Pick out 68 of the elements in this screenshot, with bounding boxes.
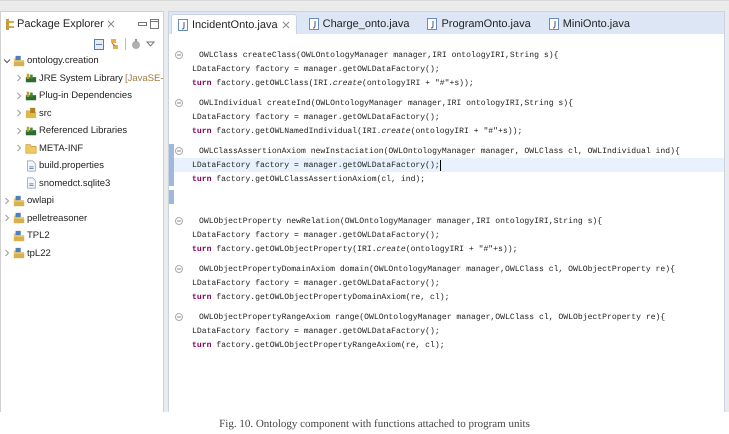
code-line: LDataFactory factory = manager.getOWLDataFactory();	[191, 160, 440, 170]
code-line: OWLClass createClass(OWLOntologyManager manager,IRI ontologyIRI,String s){	[198, 50, 558, 60]
editor-tab[interactable]: MiniOnto.java	[542, 14, 636, 34]
close-icon[interactable]	[282, 20, 290, 28]
code-line: LDataFactory factory = manager.getOWLDataFactory();	[191, 326, 440, 336]
code-line: LDataFactory factory = manager.getOWLDataFactory();	[191, 64, 440, 74]
tree-item-label[interactable]: owlapi	[27, 195, 54, 206]
tree-item-label[interactable]: build.properties	[39, 160, 104, 172]
code-line: LDataFactory factory = manager.getOWLDataFactory();	[191, 112, 440, 122]
code-line: turn factory.getOWLClass(IRI.create(ontologyIRI + "#"+s));	[191, 78, 474, 88]
tree-item-label[interactable]: pelletreasoner	[27, 212, 88, 224]
java-file-icon	[178, 18, 188, 30]
library-icon	[25, 90, 37, 102]
tree-item-label[interactable]: META-INF	[39, 142, 84, 154]
tree-item-label[interactable]: tpL22	[27, 248, 51, 259]
tree-item-label[interactable]: TPL2	[27, 230, 50, 242]
project-folder-icon	[13, 54, 25, 67]
tree-item-detail: [JavaSE-	[124, 72, 164, 84]
library-icon	[25, 72, 37, 84]
file-icon	[25, 160, 37, 172]
tree-item-label[interactable]: JRE System Library	[39, 72, 123, 84]
panel-title: Package Explorer	[17, 18, 104, 30]
java-file-icon	[427, 18, 438, 30]
fold-icon[interactable]	[175, 217, 183, 225]
fold-icon[interactable]	[175, 99, 183, 107]
code-line: OWLObjectPropertyRangeAxiom range(OWLOntologyManager manager,OWLClass cl, OWLObjectProperty re){	[198, 312, 666, 322]
code-line: OWLObjectPropertyDomainAxiom domain(OWLOntologyManager manager,OWLClass cl, OWLObjectProperty re){	[198, 264, 675, 274]
editor-tab[interactable]: IncidentOnto.java	[171, 14, 297, 34]
code-line: turn factory.getOWLNamedIndividual(IRI.create(ontologyIRI + "#"+s));	[191, 126, 522, 136]
project-folder-icon	[13, 247, 25, 260]
code-line: OWLClassAssertionAxiom newInstaciation(OWLOntologyManager manager, OWLClass cl, OWLIndividual ind){	[198, 146, 680, 156]
maximize-icon[interactable]	[150, 19, 159, 29]
collapse-all-icon[interactable]	[94, 38, 104, 50]
fold-icon[interactable]	[175, 51, 183, 59]
code-line: OWLIndividual createInd(OWLOntologyManager manager,IRI ontologyIRI,String s){	[198, 98, 573, 108]
code-line: turn factory.getOWLObjectPropertyDomainAxiom(re, cl);	[191, 292, 450, 302]
package-icon	[5, 18, 14, 30]
source-folder-icon	[25, 107, 37, 120]
close-icon[interactable]	[106, 20, 115, 28]
java-file-icon	[308, 18, 319, 30]
tree-item-label[interactable]: ontology.creation	[27, 55, 99, 66]
fold-icon[interactable]	[175, 147, 183, 155]
java-file-icon	[548, 18, 559, 30]
folder-icon	[25, 142, 37, 154]
tree-item-label[interactable]: src	[39, 108, 52, 119]
file-icon	[25, 177, 37, 190]
tree-item-label[interactable]: Referenced Libraries	[39, 125, 128, 136]
code-line: turn factory.getOWLObjectProperty(IRI.create(ontologyIRI + "#"+s));	[191, 244, 518, 254]
tree-item-label[interactable]: snomedct.sqlite3	[39, 178, 110, 189]
library-icon	[25, 124, 37, 137]
code-line: turn factory.getOWLClassAssertionAxiom(cl, ind);	[191, 174, 426, 184]
code-line: turn factory.getOWLObjectPropertyRangeAxiom(re, cl);	[191, 340, 445, 350]
code-line: LDataFactory factory = manager.getOWLDataFactory();	[191, 230, 440, 240]
link-icon[interactable]	[109, 38, 120, 50]
editor-tab[interactable]: ProgramOnto.java	[421, 14, 537, 34]
fold-icon[interactable]	[175, 265, 183, 273]
project-folder-icon	[13, 230, 25, 242]
code-line: OWLObjectProperty newRelation(OWLOntologyManager manager,IRI ontologyIRI,String s){	[198, 216, 602, 226]
minimize-icon[interactable]	[138, 22, 147, 26]
fold-icon[interactable]	[175, 313, 183, 321]
project-folder-icon	[13, 194, 25, 207]
text-cursor	[440, 160, 441, 170]
view-menu-icon[interactable]	[146, 41, 155, 47]
code-line: LDataFactory factory = manager.getOWLDataFactory();	[191, 278, 440, 288]
tree-item-label[interactable]: Plug-in Dependencies	[39, 90, 132, 102]
figure-caption: Fig. 10. Ontology component with functions attached to program units	[218, 417, 531, 430]
project-folder-icon	[13, 212, 25, 224]
editor-tab[interactable]: Charge_onto.java	[302, 14, 416, 34]
